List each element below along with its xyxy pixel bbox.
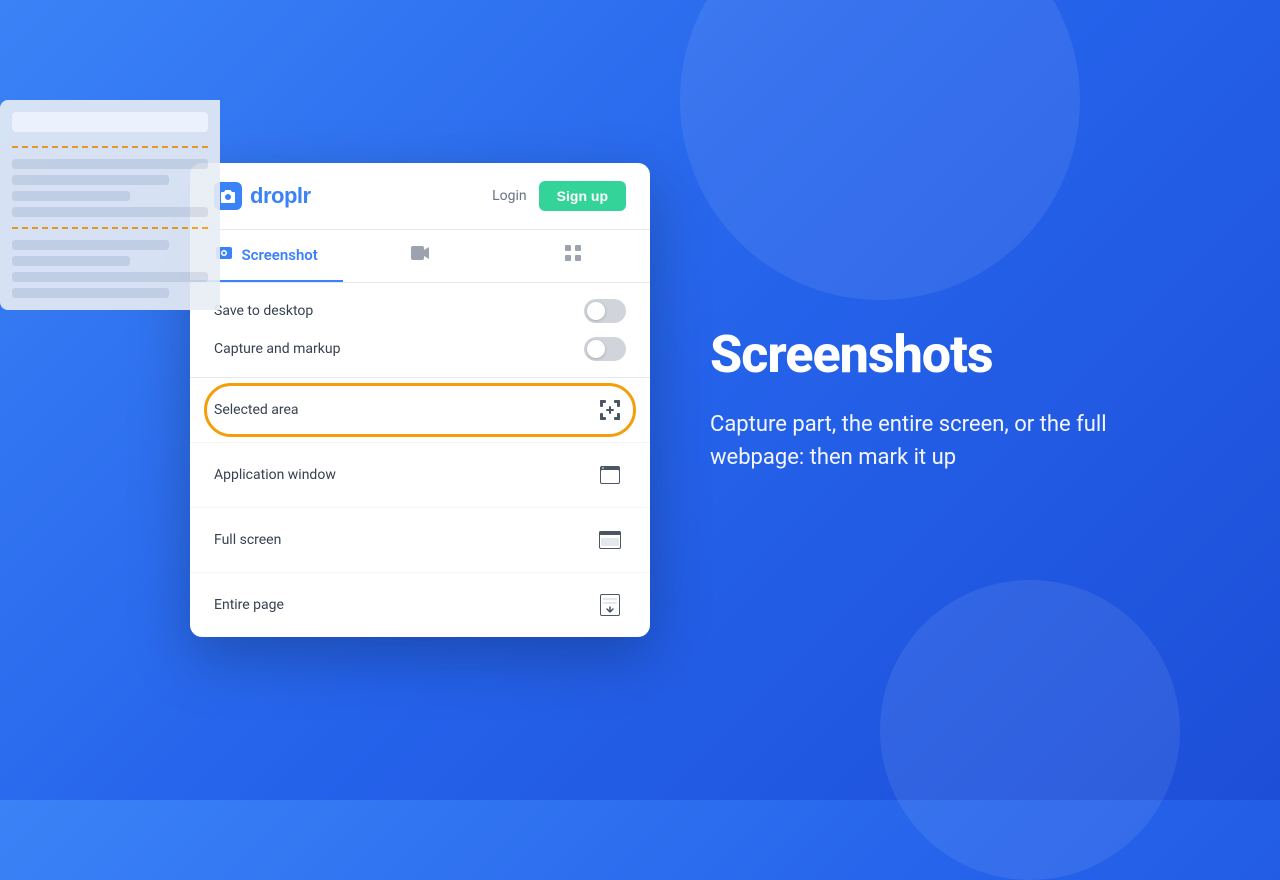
right-description: Capture part, the entire screen, or the … <box>710 408 1130 474</box>
signup-button[interactable]: Sign up <box>539 181 626 211</box>
right-content: Screenshots Capture part, the entire scr… <box>710 326 1130 473</box>
popup-header: droplr Login Sign up <box>190 163 650 230</box>
full-screen-icon <box>594 524 626 556</box>
option-application-window[interactable]: Application window <box>190 443 650 508</box>
tabs-row: Screenshot <box>190 230 650 283</box>
video-tab-icon <box>410 245 430 265</box>
mock-browser-decoration <box>0 100 220 310</box>
screenshot-tab-label: Screenshot <box>241 246 317 264</box>
setting-save-desktop: Save to desktop <box>214 299 626 323</box>
entire-page-label: Entire page <box>214 597 284 613</box>
entire-page-icon <box>594 589 626 621</box>
header-actions: Login Sign up <box>492 181 626 211</box>
setting-capture-markup: Capture and markup <box>214 337 626 361</box>
capture-markup-label: Capture and markup <box>214 341 340 357</box>
tab-video[interactable] <box>343 230 496 282</box>
grid-tab-icon <box>564 244 582 266</box>
options-section: Selected area <box>190 378 650 637</box>
selected-area-icon <box>594 394 626 426</box>
tab-grid[interactable] <box>497 230 650 282</box>
settings-section: Save to desktop Capture and markup <box>190 283 650 378</box>
full-screen-label: Full screen <box>214 532 281 548</box>
logo-text: droplr <box>250 183 311 209</box>
application-window-icon <box>594 459 626 491</box>
application-window-label: Application window <box>214 467 336 483</box>
right-title: Screenshots <box>710 326 1130 383</box>
capture-markup-toggle[interactable] <box>584 337 626 361</box>
logo-area: droplr <box>214 182 311 210</box>
save-desktop-toggle[interactable] <box>584 299 626 323</box>
option-entire-page[interactable]: Entire page <box>190 573 650 637</box>
save-desktop-label: Save to desktop <box>214 303 313 319</box>
selected-area-label: Selected area <box>214 402 299 418</box>
bg-decoration-2 <box>880 580 1180 880</box>
option-selected-area[interactable]: Selected area <box>190 378 650 443</box>
app-popup: droplr Login Sign up Screenshot <box>190 163 650 637</box>
option-full-screen[interactable]: Full screen <box>190 508 650 573</box>
login-button[interactable]: Login <box>492 188 527 204</box>
